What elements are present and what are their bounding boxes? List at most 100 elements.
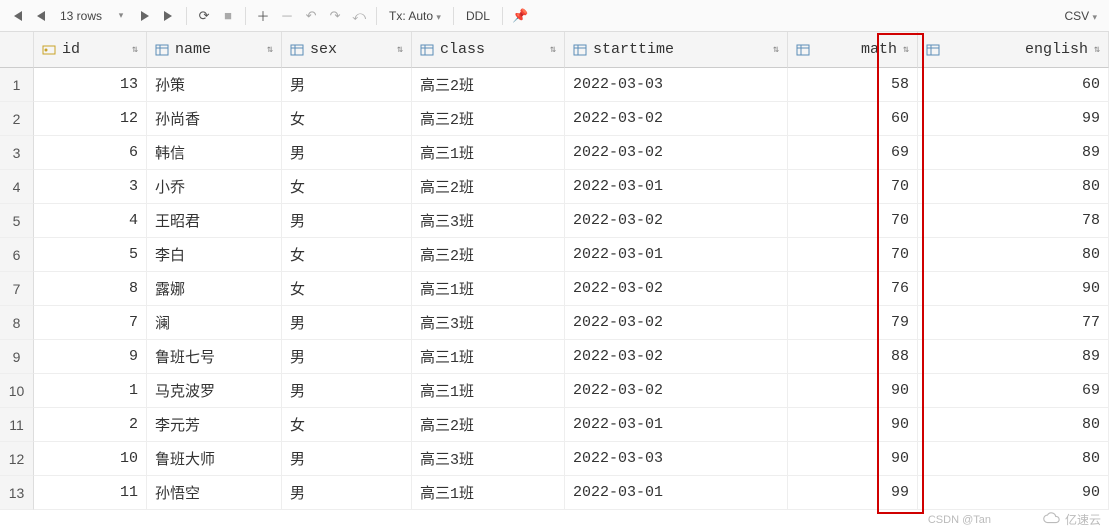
cell-id[interactable]: 2 — [34, 408, 147, 442]
cell-name[interactable]: 小乔 — [147, 170, 282, 204]
cell-math[interactable]: 90 — [788, 442, 918, 476]
cell-starttime[interactable]: 2022-03-01 — [565, 476, 788, 510]
row-number[interactable]: 8 — [0, 306, 34, 340]
stop-button[interactable]: ■ — [217, 5, 239, 27]
row-number[interactable]: 4 — [0, 170, 34, 204]
cell-english[interactable]: 77 — [918, 306, 1109, 340]
cell-math[interactable]: 58 — [788, 68, 918, 102]
cell-name[interactable]: 露娜 — [147, 272, 282, 306]
row-number[interactable]: 13 — [0, 476, 34, 510]
cell-sex[interactable]: 男 — [282, 306, 412, 340]
cell-english[interactable]: 60 — [918, 68, 1109, 102]
cell-sex[interactable]: 男 — [282, 476, 412, 510]
cell-sex[interactable]: 女 — [282, 272, 412, 306]
revert-button[interactable]: ↶ — [300, 5, 322, 27]
cell-english[interactable]: 69 — [918, 374, 1109, 408]
cell-id[interactable]: 4 — [34, 204, 147, 238]
cell-english[interactable]: 90 — [918, 476, 1109, 510]
cell-starttime[interactable]: 2022-03-01 — [565, 238, 788, 272]
cell-class[interactable]: 高三2班 — [412, 170, 565, 204]
delete-row-button[interactable]: － — [276, 5, 298, 27]
cell-sex[interactable]: 男 — [282, 442, 412, 476]
cell-sex[interactable]: 男 — [282, 68, 412, 102]
cell-english[interactable]: 78 — [918, 204, 1109, 238]
row-number[interactable]: 1 — [0, 68, 34, 102]
cell-id[interactable]: 8 — [34, 272, 147, 306]
cell-starttime[interactable]: 2022-03-02 — [565, 204, 788, 238]
cell-math[interactable]: 76 — [788, 272, 918, 306]
cell-class[interactable]: 高三1班 — [412, 136, 565, 170]
cell-name[interactable]: 孙策 — [147, 68, 282, 102]
col-header-id[interactable]: id ⇅ — [34, 32, 147, 68]
cell-starttime[interactable]: 2022-03-02 — [565, 306, 788, 340]
rowcount-dropdown[interactable]: ▾ — [110, 5, 132, 27]
cell-math[interactable]: 70 — [788, 170, 918, 204]
cell-english[interactable]: 89 — [918, 136, 1109, 170]
add-row-button[interactable]: ＋ — [252, 5, 274, 27]
rownum-header[interactable] — [0, 32, 34, 68]
cell-name[interactable]: 王昭君 — [147, 204, 282, 238]
cell-id[interactable]: 3 — [34, 170, 147, 204]
refresh-button[interactable]: ⟳ — [193, 5, 215, 27]
cell-sex[interactable]: 女 — [282, 238, 412, 272]
row-number[interactable]: 2 — [0, 102, 34, 136]
col-header-math[interactable]: math ⇅ — [788, 32, 918, 68]
row-number[interactable]: 10 — [0, 374, 34, 408]
cell-english[interactable]: 80 — [918, 170, 1109, 204]
col-header-class[interactable]: class ⇅ — [412, 32, 565, 68]
row-number[interactable]: 5 — [0, 204, 34, 238]
cell-name[interactable]: 孙悟空 — [147, 476, 282, 510]
cell-class[interactable]: 高三1班 — [412, 476, 565, 510]
cell-class[interactable]: 高三2班 — [412, 408, 565, 442]
cell-name[interactable]: 李元芳 — [147, 408, 282, 442]
cell-math[interactable]: 70 — [788, 204, 918, 238]
row-number[interactable]: 7 — [0, 272, 34, 306]
cell-class[interactable]: 高三1班 — [412, 340, 565, 374]
cell-name[interactable]: 孙尚香 — [147, 102, 282, 136]
cell-class[interactable]: 高三1班 — [412, 272, 565, 306]
cell-id[interactable]: 12 — [34, 102, 147, 136]
cell-name[interactable]: 韩信 — [147, 136, 282, 170]
cell-id[interactable]: 11 — [34, 476, 147, 510]
commit-button[interactable]: ↷ — [324, 5, 346, 27]
cell-id[interactable]: 1 — [34, 374, 147, 408]
cell-sex[interactable]: 男 — [282, 340, 412, 374]
cell-starttime[interactable]: 2022-03-02 — [565, 340, 788, 374]
cell-starttime[interactable]: 2022-03-03 — [565, 68, 788, 102]
cell-starttime[interactable]: 2022-03-01 — [565, 408, 788, 442]
cell-starttime[interactable]: 2022-03-01 — [565, 170, 788, 204]
cell-english[interactable]: 80 — [918, 442, 1109, 476]
col-header-sex[interactable]: sex ⇅ — [282, 32, 412, 68]
cell-english[interactable]: 90 — [918, 272, 1109, 306]
ddl-button[interactable]: DDL — [460, 9, 496, 23]
cell-sex[interactable]: 女 — [282, 170, 412, 204]
col-header-english[interactable]: english ⇅ — [918, 32, 1109, 68]
cell-id[interactable]: 6 — [34, 136, 147, 170]
cell-sex[interactable]: 男 — [282, 136, 412, 170]
cell-id[interactable]: 9 — [34, 340, 147, 374]
cell-name[interactable]: 鲁班七号 — [147, 340, 282, 374]
cell-class[interactable]: 高三2班 — [412, 68, 565, 102]
last-page-button[interactable] — [158, 5, 180, 27]
cell-name[interactable]: 李白 — [147, 238, 282, 272]
cell-sex[interactable]: 女 — [282, 408, 412, 442]
cell-starttime[interactable]: 2022-03-03 — [565, 442, 788, 476]
cell-sex[interactable]: 男 — [282, 204, 412, 238]
tx-mode-dropdown[interactable]: Tx: Auto ▾ — [383, 9, 447, 23]
cell-english[interactable]: 89 — [918, 340, 1109, 374]
cell-math[interactable]: 90 — [788, 408, 918, 442]
row-number[interactable]: 9 — [0, 340, 34, 374]
cell-class[interactable]: 高三2班 — [412, 102, 565, 136]
col-header-starttime[interactable]: starttime ⇅ — [565, 32, 788, 68]
cell-math[interactable]: 79 — [788, 306, 918, 340]
cell-math[interactable]: 88 — [788, 340, 918, 374]
cell-id[interactable]: 10 — [34, 442, 147, 476]
cell-starttime[interactable]: 2022-03-02 — [565, 102, 788, 136]
cell-english[interactable]: 80 — [918, 238, 1109, 272]
cell-id[interactable]: 5 — [34, 238, 147, 272]
row-number[interactable]: 11 — [0, 408, 34, 442]
cell-sex[interactable]: 女 — [282, 102, 412, 136]
cell-math[interactable]: 90 — [788, 374, 918, 408]
cell-id[interactable]: 13 — [34, 68, 147, 102]
cell-id[interactable]: 7 — [34, 306, 147, 340]
